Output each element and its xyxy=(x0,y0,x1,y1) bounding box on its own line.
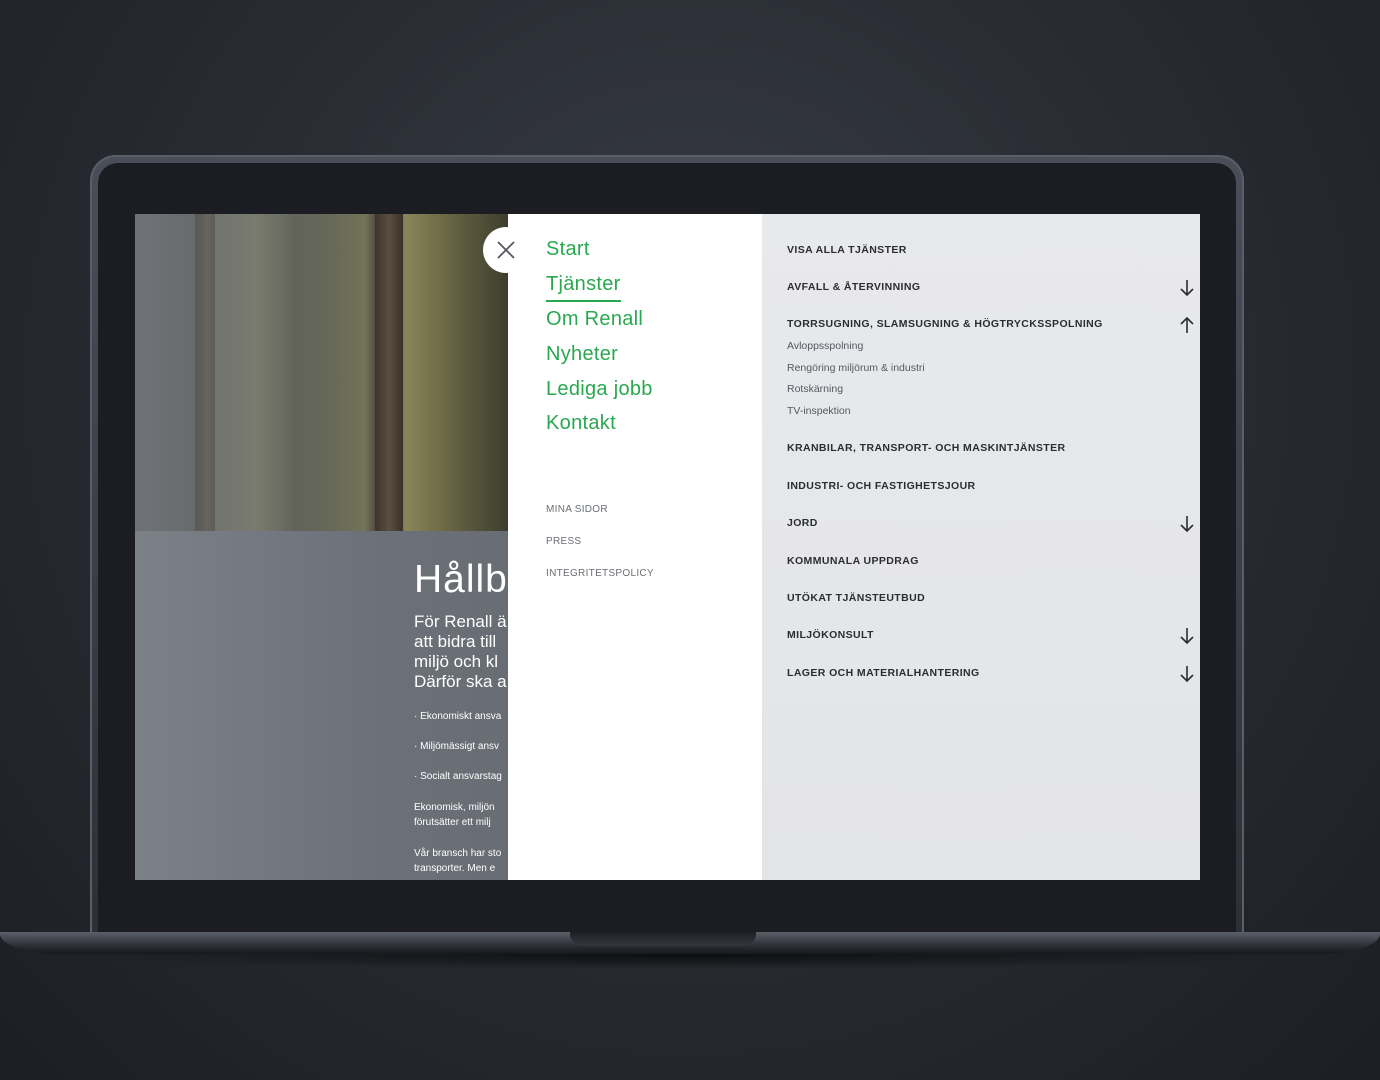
close-menu-button[interactable] xyxy=(483,227,529,273)
paragraph-text: transporter. Men e xyxy=(414,863,496,874)
background-page: Hållb För Renall ä att bidra till miljö … xyxy=(135,214,508,880)
page-title: Hållb xyxy=(414,558,508,601)
link-press[interactable]: PRESS xyxy=(546,536,581,547)
arrow-down-icon[interactable] xyxy=(1179,665,1195,683)
bullet-text: · Ekonomiskt ansva xyxy=(414,711,502,722)
paragraph-text: förutsätter ett milj xyxy=(414,817,491,828)
laptop-notch xyxy=(570,932,756,946)
forest-hero-image xyxy=(135,214,508,531)
service-item-utokat[interactable]: UTÖKAT TJÄNSTEUTBUD xyxy=(787,592,925,604)
arrow-down-icon[interactable] xyxy=(1179,515,1195,533)
arrow-down-icon[interactable] xyxy=(1179,279,1195,297)
nav-item-start[interactable]: Start xyxy=(546,238,590,261)
nav-item-om-renall[interactable]: Om Renall xyxy=(546,308,643,331)
arrow-down-icon[interactable] xyxy=(1179,627,1195,645)
service-item-kranbilar[interactable]: KRANBILAR, TRANSPORT- OCH MASKINTJÄNSTER xyxy=(787,442,1066,454)
link-mina-sidor[interactable]: MINA SIDOR xyxy=(546,504,608,515)
paragraph-text: Ekonomisk, miljön xyxy=(414,802,495,813)
nav-item-kontakt[interactable]: Kontakt xyxy=(546,412,616,435)
service-item-jord[interactable]: JORD xyxy=(787,517,818,529)
nav-item-tjanster[interactable]: Tjänster xyxy=(546,273,621,302)
bullet-text: · Miljömässigt ansv xyxy=(414,741,500,752)
arrow-up-icon[interactable] xyxy=(1179,316,1195,334)
tree-trunk xyxy=(375,214,403,531)
service-item-lager[interactable]: LAGER OCH MATERIALHANTERING xyxy=(787,667,980,679)
service-subitem[interactable]: Rengöring miljörum & industri xyxy=(787,362,925,374)
services-submenu: VISA ALLA TJÄNSTER AVFALL & ÅTERVINNING … xyxy=(762,214,1200,880)
bullet-text: · Socialt ansvarstag xyxy=(414,771,502,782)
link-integritetspolicy[interactable]: INTEGRITETSPOLICY xyxy=(546,568,654,579)
nav-item-lediga-jobb[interactable]: Lediga jobb xyxy=(546,378,653,401)
screen: Hållb För Renall ä att bidra till miljö … xyxy=(135,214,1200,880)
tree-trunk xyxy=(195,214,215,531)
main-menu-panel: Start Tjänster Om Renall Nyheter Lediga … xyxy=(508,214,762,880)
service-item-avfall[interactable]: AVFALL & ÅTERVINNING xyxy=(787,281,920,293)
service-item-kommunala[interactable]: KOMMUNALA UPPDRAG xyxy=(787,555,919,567)
service-subitem[interactable]: Avloppsspolning xyxy=(787,340,863,352)
service-subitem[interactable]: Rotskärning xyxy=(787,383,843,395)
close-icon xyxy=(497,241,515,259)
nav-item-nyheter[interactable]: Nyheter xyxy=(546,343,618,366)
service-item-miljokonsult[interactable]: MILJÖKONSULT xyxy=(787,629,874,641)
laptop-shadow xyxy=(60,954,1320,970)
service-item-industri[interactable]: INDUSTRI- OCH FASTIGHETSJOUR xyxy=(787,480,976,492)
service-item-visa-alla[interactable]: VISA ALLA TJÄNSTER xyxy=(787,244,907,256)
paragraph-text: Vår bransch har sto xyxy=(414,848,502,859)
service-subitem[interactable]: TV-inspektion xyxy=(787,405,851,417)
service-item-torrsugning[interactable]: TORRSUGNING, SLAMSUGNING & HÖGTRYCKSSPOL… xyxy=(787,318,1103,330)
